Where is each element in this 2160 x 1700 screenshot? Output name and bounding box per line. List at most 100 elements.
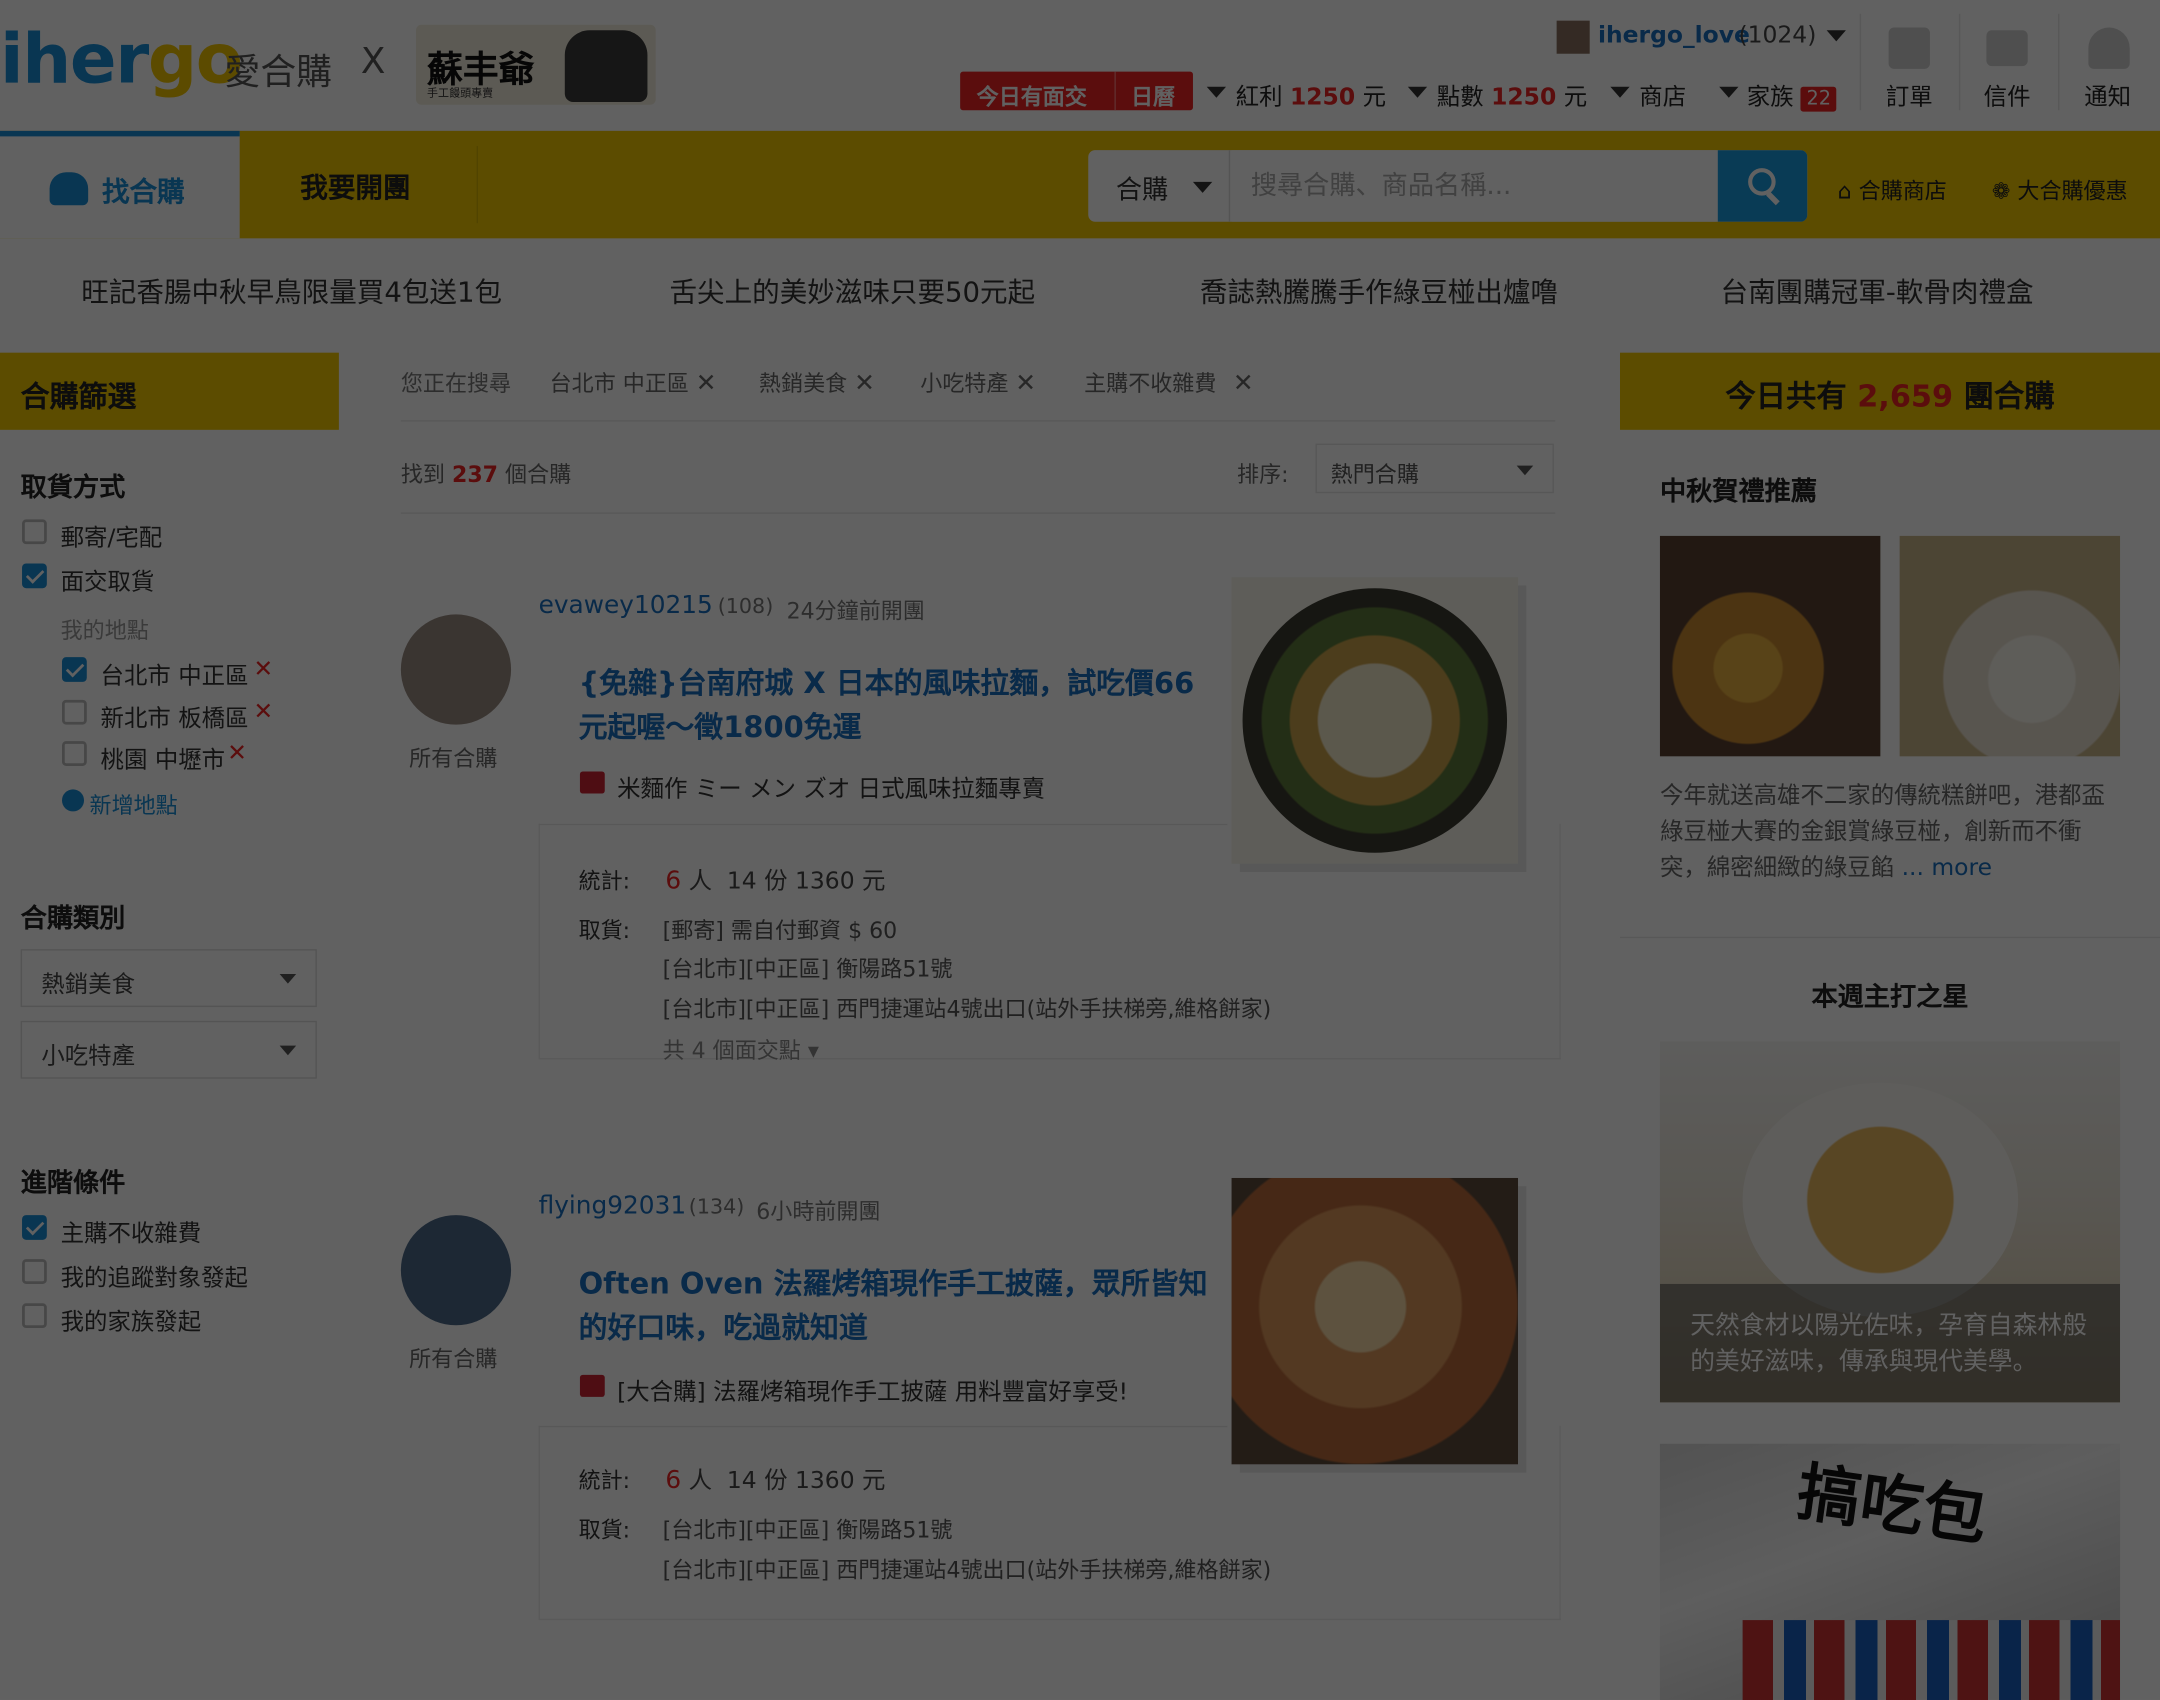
promo-banner-2[interactable]: 舌尖上的美妙滋味只要50元起 (669, 270, 1035, 310)
group-buy-title[interactable]: {免雜}台南府城 X 日本的風味拉麵，試吃價66元起喔～徵1800免運 (579, 661, 1213, 749)
points-chevron-icon[interactable] (1407, 86, 1428, 98)
gift-description: 今年就送高雄不二家的傳統糕餅吧，港都盃綠豆椪大賽的金銀賞綠豆椪，創新而不衝突，綿… (1659, 782, 2105, 882)
divider (538, 1425, 1228, 1428)
promo-banner-4[interactable]: 台南團購冠軍-軟骨肉禮盒 (1721, 270, 2034, 310)
avatar[interactable] (400, 614, 512, 725)
checkbox-label: 面交取貨 (60, 568, 155, 597)
checkbox-meetup[interactable] (22, 563, 47, 589)
filter-chip[interactable]: 台北市 中正區 ✕ (550, 365, 717, 398)
page: ihergo 愛合購 X 蘇丰爺 手工饅頭專賣 ihergo_love (102… (0, 0, 2160, 1700)
poster-name[interactable]: flying92031 (539, 1192, 687, 1221)
search-input[interactable] (1231, 150, 1717, 222)
checkbox-label: 主購不收雜費 (60, 1220, 202, 1249)
bonus-chevron-icon[interactable] (1206, 86, 1227, 98)
partner-logo[interactable]: 蘇丰爺 手工饅頭專賣 (416, 24, 656, 105)
ihergo-logo[interactable]: ihergo (0, 19, 243, 99)
tab-find-label: 找合購 (101, 174, 185, 209)
advanced-section-title: 進階條件 (20, 1168, 126, 1199)
checkbox-no-extra-fee[interactable] (22, 1215, 47, 1240)
clipboard-icon[interactable] (1888, 27, 1930, 69)
close-icon[interactable]: ✕ (854, 369, 875, 398)
promo-banner-1[interactable]: 旺記香腸中秋早鳥限量買4包送1包 (81, 270, 502, 310)
calendar-label[interactable]: 日曆 (1131, 79, 1175, 112)
orders-link[interactable]: 訂單 (1886, 77, 1933, 112)
avatar[interactable] (400, 1215, 512, 1326)
bonus-stat[interactable]: 紅利 1250 元 (1236, 77, 1386, 112)
search-icon-handle (1766, 191, 1780, 206)
mooncake-photo[interactable] (1659, 535, 1881, 757)
all-group-buys-link[interactable]: 所有合購 (409, 740, 497, 773)
divider (1619, 936, 2160, 939)
close-icon[interactable]: ✕ (696, 369, 717, 398)
all-group-buys-link[interactable]: 所有合購 (409, 1340, 497, 1373)
checkbox-followed[interactable] (22, 1259, 47, 1284)
plus-icon[interactable] (61, 789, 85, 812)
pastry-photo[interactable] (1899, 535, 2121, 757)
filter-title: 合購篩選 (20, 380, 137, 414)
close-icon[interactable]: ✕ (1233, 369, 1254, 398)
points-stat[interactable]: 點數 1250 元 (1437, 77, 1587, 112)
pickup-label: 取貨: (578, 917, 631, 944)
search-type-select[interactable]: 合購 (1088, 150, 1231, 222)
people-icon (49, 172, 89, 206)
divider (1114, 71, 1116, 111)
checkbox-location-zhongli[interactable] (61, 741, 87, 766)
user-name[interactable]: ihergo_love (1598, 22, 1750, 50)
filter-chip[interactable]: 主購不收雜費 ✕ (1084, 365, 1254, 398)
stat-label: 統計: (578, 1467, 631, 1494)
today-meetup-label: 今日有面交 (976, 84, 1087, 111)
shop-chevron-icon[interactable] (1610, 86, 1630, 98)
tab-find-group-buy[interactable]: 找合購 (0, 130, 240, 239)
chevron-down-icon (279, 973, 297, 984)
sort-select[interactable]: 熱門合購 (1315, 443, 1554, 494)
remove-location-icon[interactable]: ✕ (253, 656, 273, 684)
store-name[interactable]: 米麵作 ミー メン ズオ 日式風味拉麵專賣 (617, 769, 1045, 804)
product-image[interactable] (1231, 1177, 1519, 1465)
featured-caption: 天然食材以陽光佐味，孕育自森林般的美好滋味，傳承與現代美學。 (1659, 1283, 2121, 1403)
featured-product-image[interactable]: 天然食材以陽光佐味，孕育自森林般的美好滋味，傳承與現代美學。 (1659, 1041, 2121, 1403)
more-meetup-points-link[interactable]: 共 4 個面交點 ▾ (663, 1032, 819, 1065)
close-icon[interactable]: ✕ (1015, 369, 1036, 398)
group-buy-title[interactable]: Often Oven 法羅烤箱現作手工披薩，眾所皆知的好口味，吃過就知道 (579, 1262, 1213, 1350)
divider (1859, 13, 1862, 111)
big-deals-link[interactable]: ❁ 大合購優惠 (1992, 172, 2128, 205)
checkbox-location-banqiao[interactable] (61, 699, 87, 725)
remove-location-icon[interactable]: ✕ (227, 740, 247, 768)
filter-chip[interactable]: 小吃特產 ✕ (920, 365, 1036, 398)
family-chevron-icon[interactable] (1719, 86, 1739, 98)
divider (400, 420, 1556, 422)
noodle-bowl-photo (1742, 1082, 2019, 1318)
notify-link[interactable]: 通知 (2084, 77, 2131, 112)
stat-value: 6 人 14 份 1360 元 (665, 866, 886, 896)
group-stores-link[interactable]: ⌂ 合購商店 (1838, 172, 1947, 205)
mail-icon[interactable] (1986, 30, 2028, 67)
searching-label: 您正在搜尋 (400, 370, 512, 397)
search-button[interactable] (1717, 150, 1808, 222)
checkbox-location-taipei[interactable] (61, 657, 87, 682)
tab-open-group[interactable]: 我要開團 (300, 165, 410, 205)
more-link[interactable]: ... more (1902, 854, 1992, 882)
mail-link[interactable]: 信件 (1984, 77, 2031, 112)
user-menu-chevron-icon[interactable] (1826, 30, 1846, 42)
pickup-line: [郵寄] 需自付郵資 $ 60 (662, 917, 898, 944)
category-select-1[interactable]: 熱銷美食 (20, 949, 317, 1008)
filter-chip[interactable]: 熱銷美食 ✕ (759, 365, 875, 398)
shop-menu[interactable]: 商店 (1639, 77, 1686, 112)
category-select-2[interactable]: 小吃特產 (20, 1020, 317, 1079)
person-icon[interactable] (2088, 27, 2130, 69)
user-avatar[interactable] (1556, 20, 1590, 54)
chef-illustration (564, 30, 648, 102)
family-menu[interactable]: 家族 22 (1747, 77, 1837, 112)
pickup-line: [台北市][中正區] 西門捷運站4號出口(站外手扶梯旁,維格餅家) (662, 1556, 1272, 1583)
product-image[interactable] (1231, 577, 1519, 864)
add-location-link[interactable]: 新增地點 (90, 787, 178, 820)
checkbox-mail-delivery[interactable] (22, 519, 47, 545)
store-front-image[interactable]: 搞吃包 (1659, 1443, 2121, 1700)
checkbox-label: 我的家族發起 (60, 1308, 202, 1337)
promo-banner-3[interactable]: 喬誌熱騰騰手作綠豆椪出爐噜 (1200, 270, 1558, 310)
remove-location-icon[interactable]: ✕ (253, 698, 273, 726)
poster-name[interactable]: evawey10215 (539, 591, 713, 620)
today-meetup-button[interactable]: 今日有面交 日曆 (960, 71, 1193, 112)
checkbox-family[interactable] (22, 1303, 47, 1329)
store-name[interactable]: [大合購] 法羅烤箱現作手工披薩 用料豐富好享受! (617, 1372, 1128, 1407)
